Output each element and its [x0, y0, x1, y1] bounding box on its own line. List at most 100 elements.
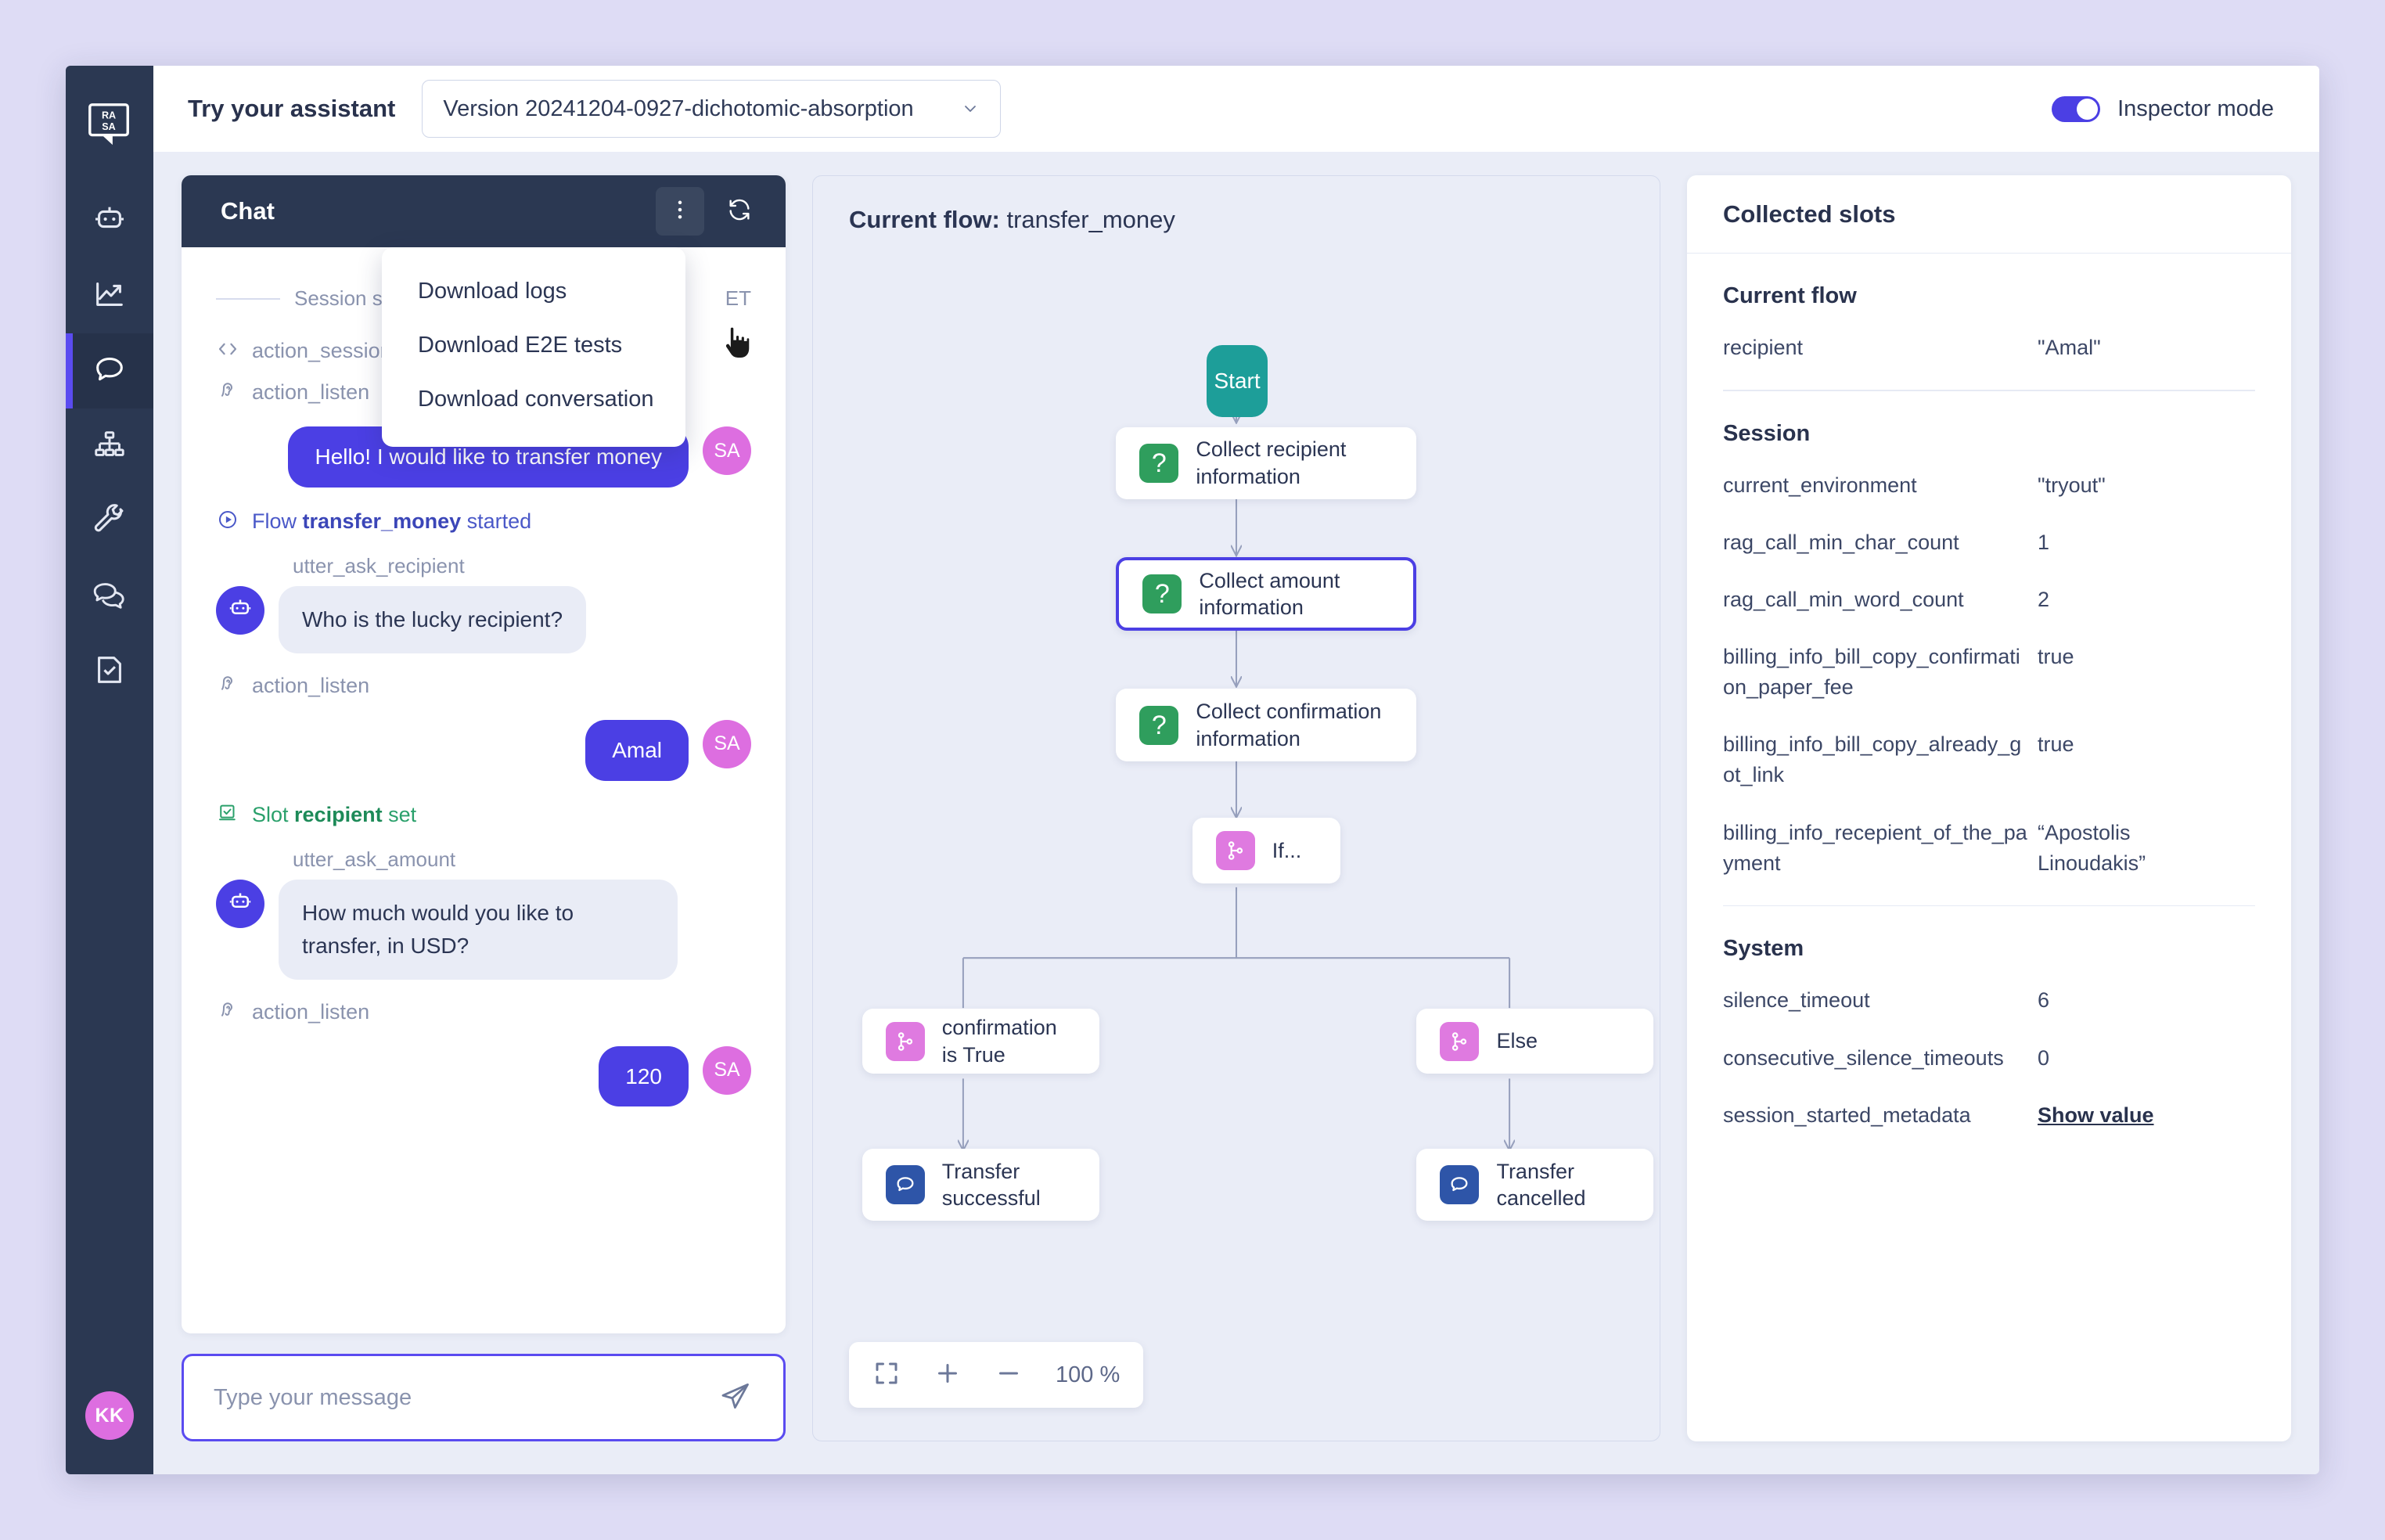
- flow-node-branch-true[interactable]: confirmation is True: [862, 1008, 1099, 1074]
- chat-title: Chat: [221, 197, 275, 225]
- divider: [1723, 390, 2255, 391]
- slot-row: billing_info_bill_copy_confirmation_pape…: [1723, 642, 2255, 703]
- slot-row: billing_info_bill_copy_already_got_link …: [1723, 729, 2255, 790]
- bot-message-group-amount: utter_ask_amount How much would you like…: [216, 847, 751, 980]
- sidebar-item-flows[interactable]: [66, 408, 153, 484]
- event-label: action_session: [252, 339, 392, 362]
- svg-text:RA: RA: [102, 110, 116, 121]
- menu-item-download-logs[interactable]: Download logs: [382, 264, 685, 318]
- chat-header-actions: [656, 187, 764, 236]
- bot-message-bubble: Who is the lucky recipient?: [279, 585, 587, 653]
- event-label: Slot recipient set: [252, 802, 417, 826]
- chat-panel: Chat Download logs Download E2E tests Do…: [182, 175, 786, 1333]
- play-circle-icon: [216, 508, 239, 535]
- bot-avatar: [216, 585, 264, 635]
- flow-node-label: Start: [1214, 369, 1261, 394]
- flow-node-if[interactable]: If...: [1192, 818, 1341, 883]
- slot-key: billing_info_recepient_of_the_payment: [1723, 820, 2027, 875]
- bot-avatar: [216, 879, 264, 928]
- flow-node-collect-confirmation[interactable]: ? Collect confirmation information: [1116, 689, 1417, 761]
- rasa-logo-icon[interactable]: RA SA: [85, 100, 134, 149]
- zoom-level-value: 100 %: [1056, 1362, 1121, 1387]
- double-bubble-icon: [92, 577, 128, 617]
- slot-key: billing_info_bill_copy_confirmation_pape…: [1723, 645, 2020, 700]
- flow-node-start[interactable]: Start: [1207, 344, 1268, 418]
- expand-icon: [872, 1359, 901, 1391]
- fit-to-screen-button[interactable]: [872, 1359, 901, 1391]
- slot-value: 0: [2038, 1045, 2050, 1070]
- slot-group-current-flow: Current flow recipient "Amal": [1723, 283, 2255, 363]
- main-area: Try your assistant Version 20241204-0927…: [153, 66, 2319, 1474]
- slot-row: consecutive_silence_timeouts 0: [1723, 1043, 2255, 1074]
- message-row-user: 120 SA: [216, 1045, 751, 1107]
- zoom-out-button[interactable]: [995, 1359, 1023, 1391]
- menu-item-download-e2e-tests[interactable]: Download E2E tests: [382, 318, 685, 372]
- message-composer[interactable]: [182, 1354, 786, 1441]
- menu-item-download-conversation[interactable]: Download conversation: [382, 372, 685, 426]
- version-select[interactable]: Version 20241204-0927-dichotomic-absorpt…: [422, 80, 1002, 138]
- event-label: action_listen: [252, 999, 370, 1024]
- inspector-mode-label: Inspector mode: [2117, 95, 2274, 121]
- sidebar-item-conversations[interactable]: [66, 559, 153, 634]
- slot-key: session_started_metadata: [1723, 1103, 1971, 1127]
- slot-key: billing_info_bill_copy_already_got_link: [1723, 732, 2022, 787]
- utter-label: utter_ask_amount: [293, 847, 456, 871]
- refresh-icon: [726, 196, 753, 227]
- slot-row: silence_timeout 6: [1723, 985, 2255, 1016]
- ear-icon: [216, 998, 239, 1026]
- plus-icon: [933, 1359, 962, 1391]
- document-check-icon: [92, 652, 128, 692]
- chevron-down-icon: [961, 99, 980, 118]
- slot-group-title: Session: [1723, 420, 1811, 446]
- flow-node-transfer-successful[interactable]: Transfer successful: [862, 1148, 1099, 1222]
- flow-node-label: Collect confirmation information: [1196, 700, 1382, 750]
- sidebar-item-tests[interactable]: [66, 634, 153, 709]
- collected-slots-title: Collected slots: [1687, 175, 2291, 254]
- flow-title-name: transfer_money: [1006, 206, 1175, 233]
- user-message-bubble: Amal: [585, 719, 689, 781]
- flow-node-collect-recipient[interactable]: ? Collect recipient information: [1116, 426, 1417, 500]
- slot-value: 1: [2038, 530, 2050, 554]
- flow-canvas[interactable]: Start ? Collect recipient information ? …: [813, 234, 1660, 1441]
- event-label: Flow transfer_money started: [252, 509, 532, 533]
- robot-icon: [226, 887, 254, 919]
- user-avatar[interactable]: KK: [85, 1391, 134, 1440]
- slot-group-title: Current flow: [1723, 283, 1857, 308]
- flow-node-branch-else[interactable]: Else: [1416, 1008, 1654, 1074]
- flow-node-label: confirmation is True: [941, 1016, 1057, 1067]
- toggle-knob: [2077, 98, 2099, 120]
- flow-node-transfer-cancelled[interactable]: Transfer cancelled: [1416, 1148, 1654, 1222]
- flow-node-label: Collect recipient information: [1196, 437, 1347, 488]
- send-button[interactable]: [716, 1379, 754, 1416]
- divider: [1723, 905, 2255, 907]
- zoom-in-button[interactable]: [933, 1359, 962, 1391]
- sidebar-item-analytics[interactable]: [66, 258, 153, 333]
- slot-row: recipient "Amal": [1723, 333, 2255, 363]
- flow-panel: Current flow: transfer_money Start ? Col…: [812, 175, 1660, 1441]
- user-avatar-small: SA: [703, 426, 751, 475]
- chat-restart-button[interactable]: [715, 187, 764, 236]
- flow-title-prefix: Current flow:: [849, 206, 1007, 233]
- collected-slots-body[interactable]: Current flow recipient "Amal" Session cu…: [1687, 254, 2291, 1157]
- flow-node-collect-amount[interactable]: ? Collect amount information: [1116, 557, 1417, 631]
- minus-icon: [995, 1359, 1023, 1391]
- session-start-text-tail: ET: [725, 286, 751, 310]
- left-sidebar: RA SA KK: [66, 66, 153, 1474]
- slot-value: true: [2038, 732, 2074, 757]
- slot-value: "tryout": [2038, 473, 2106, 497]
- message-input[interactable]: [214, 1384, 716, 1411]
- app-window: RA SA KK Try your assistant Version 2024…: [66, 66, 2319, 1474]
- utter-label: utter_ask_recipient: [293, 553, 465, 578]
- sidebar-item-tools[interactable]: [66, 484, 153, 559]
- robot-icon: [92, 201, 128, 241]
- sidebar-item-chat[interactable]: [66, 333, 153, 408]
- event-action-listen-3: action_listen: [216, 998, 751, 1026]
- collect-step-icon: ?: [1139, 705, 1179, 745]
- slot-key: recipient: [1723, 336, 1804, 359]
- sidebar-item-assistant[interactable]: [66, 183, 153, 258]
- chat-header: Chat: [182, 175, 786, 247]
- inspector-mode-toggle[interactable]: [2052, 95, 2101, 122]
- ear-icon: [216, 379, 239, 406]
- show-value-link[interactable]: Show value: [2038, 1100, 2241, 1131]
- chat-overflow-menu-button[interactable]: [656, 187, 704, 236]
